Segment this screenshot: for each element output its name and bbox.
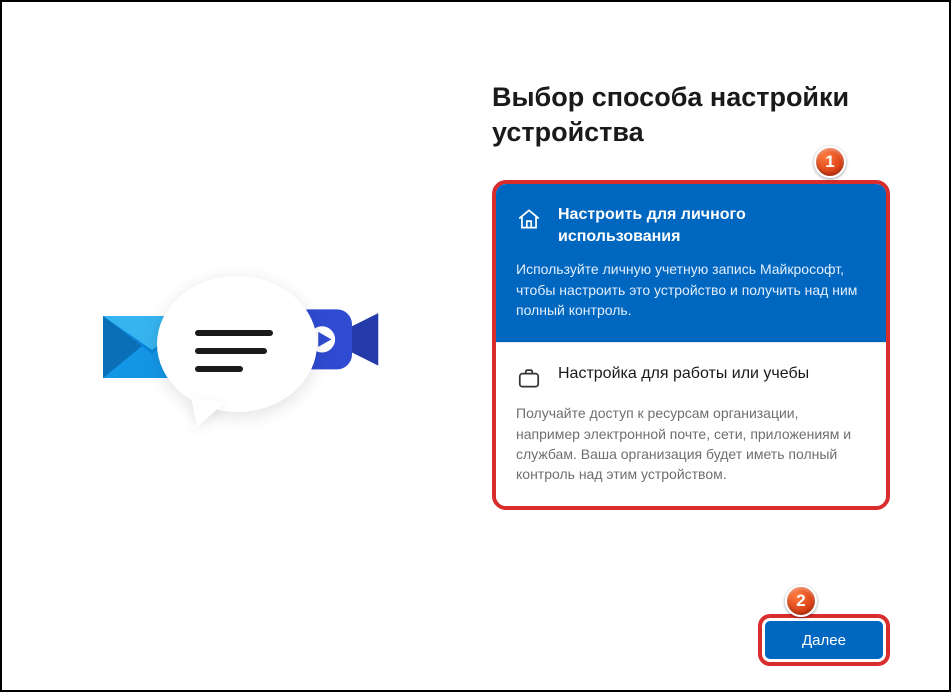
option-work-title: Настройка для работы или учебы <box>558 363 809 385</box>
annotation-badge-1: 1 <box>814 146 846 178</box>
content-panel: Выбор способа настройки устройства Настр… <box>492 80 892 510</box>
next-button-highlight: Далее <box>758 614 890 666</box>
option-personal-title: Настроить для личного использования <box>558 204 866 247</box>
oobe-setup-screen: Выбор способа настройки устройства Настр… <box>0 0 951 692</box>
option-work-school[interactable]: Настройка для работы или учебы Получайте… <box>496 342 886 506</box>
next-button[interactable]: Далее <box>765 621 883 659</box>
speech-bubble-lines <box>195 330 273 372</box>
home-icon <box>516 206 542 232</box>
briefcase-icon <box>516 365 542 391</box>
option-personal-desc: Используйте личную учетную запись Майкро… <box>516 259 866 320</box>
option-work-desc: Получайте доступ к ресурсам организации,… <box>516 403 866 484</box>
option-personal-use[interactable]: Настроить для личного использования Испо… <box>496 184 886 342</box>
page-title: Выбор способа настройки устройства <box>492 80 892 150</box>
speech-bubble-tail <box>187 398 225 430</box>
annotation-badge-2: 2 <box>785 585 817 617</box>
setup-options-highlight: Настроить для личного использования Испо… <box>492 180 890 510</box>
hero-illustration <box>97 282 387 452</box>
